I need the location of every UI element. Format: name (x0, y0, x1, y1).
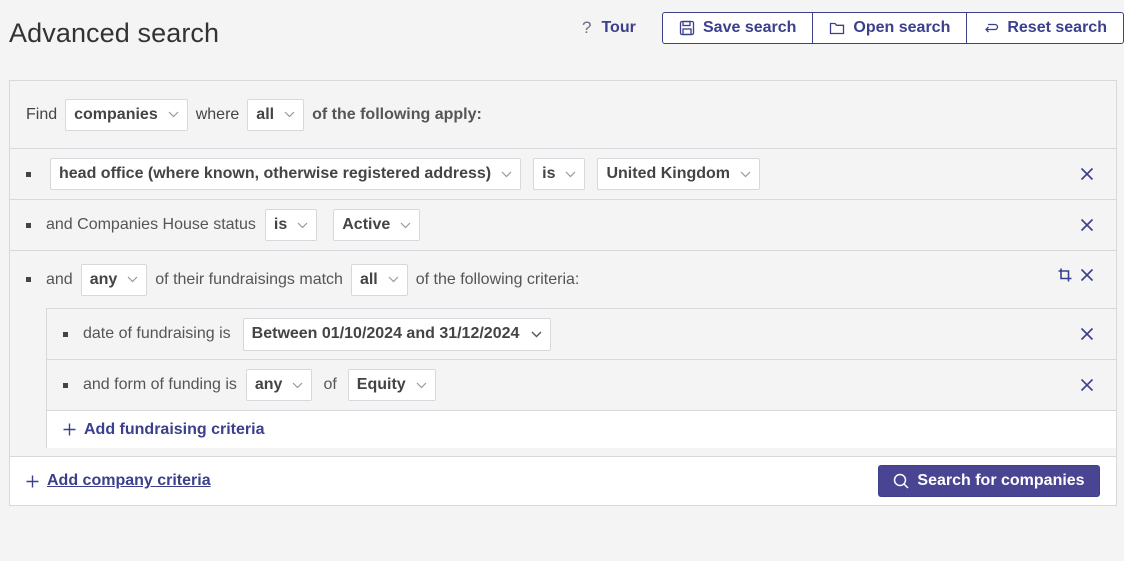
add-company-label: Add company criteria (47, 472, 211, 489)
fundraising-group-row: and any of their fundraisings match all … (10, 250, 1116, 308)
page-title: Advanced search (9, 18, 220, 48)
operator-select[interactable]: is (264, 209, 318, 241)
chevron-down-icon (566, 171, 576, 177)
chevron-down-icon (531, 331, 542, 337)
date-label: date of fundraising is (83, 325, 231, 342)
entity-select[interactable]: companies (65, 98, 188, 131)
save-icon (679, 20, 695, 36)
bullet (26, 277, 31, 282)
match-quantifier-value: all (256, 105, 275, 123)
tour-link[interactable]: ? Tour (582, 18, 636, 38)
field-select[interactable]: head office (where known, otherwise regi… (50, 158, 522, 190)
search-criteria-panel: Find companies where all of the followin… (9, 80, 1117, 506)
ungroup-icon[interactable] (1058, 268, 1072, 282)
search-button-label: Search for companies (917, 472, 1085, 489)
save-search-button[interactable]: Save search (663, 13, 812, 43)
reset-search-button[interactable]: Reset search (966, 13, 1123, 43)
search-toolbar: Save search Open search Reset search (662, 12, 1124, 44)
open-search-label: Open search (853, 19, 951, 36)
search-for-companies-button[interactable]: Search for companies (878, 465, 1100, 497)
fundraising-match-value: all (359, 270, 378, 288)
chevron-down-icon (297, 222, 308, 228)
fundraising-subcriteria-panel: date of fundraising is Between 01/10/202… (46, 308, 1117, 448)
bullet (63, 331, 68, 337)
value-select[interactable]: United Kingdom (597, 158, 761, 190)
undo-icon (985, 23, 999, 33)
add-fundraising-criteria-button[interactable]: Add fundraising criteria (47, 410, 1116, 448)
chevron-down-icon (293, 382, 303, 388)
field-value: head office (where known, otherwise regi… (59, 165, 492, 182)
bullet (63, 382, 68, 388)
value-text: Active (342, 216, 391, 233)
funding-form-select[interactable]: Equity (347, 369, 436, 401)
add-fundraising-label: Add fundraising criteria (84, 420, 265, 438)
fundraising-quantifier-value: any (89, 270, 118, 288)
operator-select[interactable]: is (533, 158, 586, 190)
criteria-suffix-label: of the following criteria: (415, 270, 580, 288)
chevron-down-icon (388, 276, 399, 283)
bullet (26, 222, 31, 228)
fundraising-quantifier-select[interactable]: any (80, 263, 148, 296)
of-label: of (323, 376, 337, 393)
date-range-select[interactable]: Between 01/10/2024 and 31/12/2024 (242, 317, 552, 351)
chevron-down-icon (168, 111, 179, 118)
plus-icon (26, 475, 39, 487)
plus-icon (63, 423, 76, 436)
criteria-row: and Companies House status is Active (10, 199, 1116, 250)
save-search-label: Save search (703, 19, 797, 36)
funding-form-value: Equity (356, 376, 406, 393)
search-icon (894, 473, 909, 489)
remove-criteria-icon[interactable] (1080, 167, 1094, 181)
chevron-down-icon (501, 171, 512, 177)
operator-value: is (542, 165, 556, 182)
match-quantifier-select[interactable]: all (247, 98, 305, 131)
chevron-down-icon (416, 382, 427, 388)
fundraising-match-select[interactable]: all (350, 263, 408, 296)
fundraisings-match-label: of their fundraisings match (155, 270, 343, 288)
remove-criteria-icon[interactable] (1080, 218, 1094, 232)
find-row: Find companies where all of the followin… (10, 81, 1116, 148)
criteria-row: head office (where known, otherwise regi… (10, 148, 1116, 199)
remove-subcriteria-icon[interactable] (1080, 327, 1094, 341)
and-label: and (46, 270, 73, 288)
chevron-down-icon (284, 111, 295, 118)
value-text: United Kingdom (606, 165, 731, 182)
tour-label: Tour (601, 19, 636, 36)
funding-quantifier-value: any (254, 376, 283, 393)
funding-quantifier-select[interactable]: any (245, 369, 313, 401)
remove-group-icon[interactable] (1080, 268, 1094, 282)
panel-footer: Add company criteria Search for companie… (10, 456, 1116, 505)
bullet (26, 171, 31, 177)
value-select[interactable]: Active (333, 209, 421, 241)
add-company-criteria-link[interactable]: Add company criteria (26, 472, 211, 490)
chevron-down-icon (127, 276, 138, 283)
status-label: and Companies House status (46, 216, 256, 233)
apply-label: of the following apply: (312, 105, 482, 123)
folder-icon (830, 22, 845, 35)
chevron-down-icon (740, 171, 751, 177)
where-label: where (195, 105, 240, 123)
remove-subcriteria-icon[interactable] (1080, 378, 1094, 392)
date-range-value: Between 01/10/2024 and 31/12/2024 (251, 325, 520, 342)
entity-value: companies (74, 105, 158, 123)
reset-search-label: Reset search (1007, 19, 1107, 36)
help-icon: ? (582, 18, 592, 37)
operator-value: is (273, 216, 288, 233)
subcriteria-row: date of fundraising is Between 01/10/202… (47, 309, 1116, 359)
open-search-button[interactable]: Open search (812, 13, 966, 43)
chevron-down-icon (400, 222, 411, 228)
subcriteria-row: and form of funding is any of Equity (47, 359, 1116, 410)
funding-form-label: and form of funding is (83, 376, 237, 393)
find-label: Find (26, 105, 58, 123)
